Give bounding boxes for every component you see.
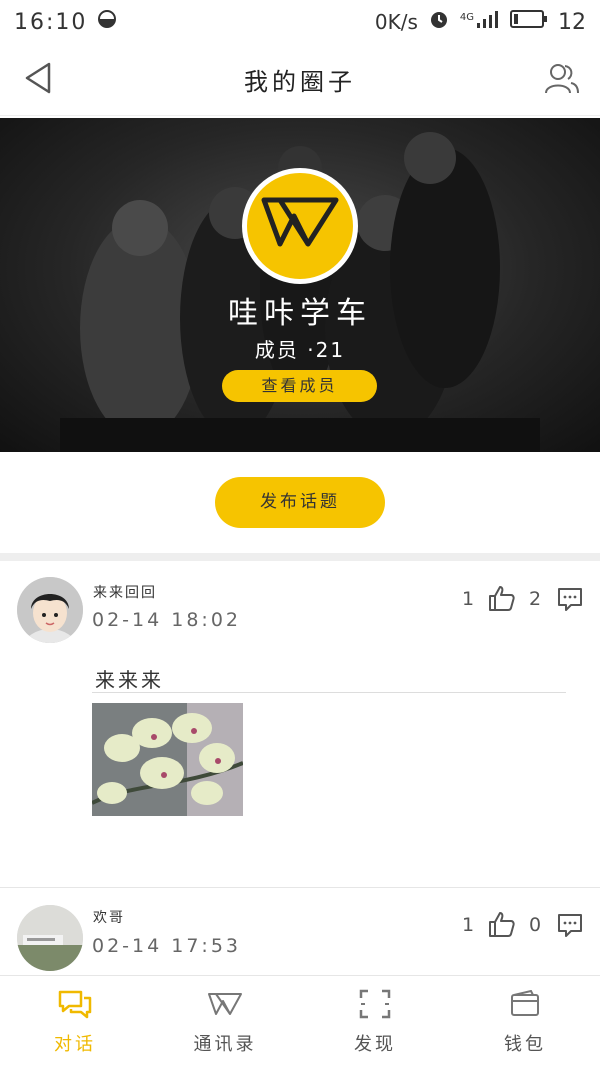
- tab-wallet[interactable]: 钱包: [450, 976, 600, 1067]
- username[interactable]: 来来回回: [93, 582, 157, 602]
- comment-count: 2: [529, 588, 542, 610]
- member-count: 成员 ·21: [254, 338, 346, 362]
- thumbs-up-icon[interactable]: [488, 584, 516, 612]
- tab-contacts[interactable]: 通讯录: [150, 976, 300, 1067]
- feed-divider: [0, 887, 600, 888]
- status-bar: 16:10 0K/s 4G 12: [0, 0, 600, 44]
- back-button[interactable]: [18, 60, 58, 100]
- tab-label: 发现: [354, 1034, 396, 1055]
- tab-chat[interactable]: 对话: [0, 976, 150, 1067]
- half-circle-icon: [97, 9, 117, 35]
- network-type: 4G: [459, 11, 474, 23]
- wallet-icon: [507, 988, 543, 1020]
- avatar[interactable]: [17, 905, 83, 971]
- tab-label: 通讯录: [193, 1034, 257, 1055]
- thumbs-up-icon[interactable]: [488, 910, 516, 938]
- tab-label: 钱包: [504, 1034, 546, 1055]
- post-divider: [92, 692, 566, 693]
- post-time: 02-14 17:53: [92, 935, 242, 957]
- comment-icon[interactable]: [557, 586, 583, 612]
- like-count: 1: [462, 588, 475, 610]
- status-time: 16:10: [14, 9, 88, 35]
- circle-logo: [242, 168, 358, 284]
- w-logo-icon: [260, 194, 340, 258]
- page-title: 我的圈子: [244, 68, 356, 96]
- username[interactable]: 欢哥: [93, 907, 125, 927]
- battery-icon: [510, 9, 548, 35]
- battery-level: 12: [558, 9, 586, 35]
- tab-label: 对话: [54, 1034, 96, 1055]
- w-logo-icon: [207, 988, 243, 1020]
- post-text: 来来来: [95, 668, 164, 692]
- post-image[interactable]: [92, 703, 243, 816]
- circle-name: 哇咔学车: [228, 296, 372, 331]
- like-count: 1: [462, 914, 475, 936]
- header: 我的圈子: [0, 44, 600, 116]
- back-arrow-icon: [21, 60, 55, 100]
- alarm-icon: [428, 8, 450, 36]
- circle-banner: 哇咔学车 成员 ·21 查看成员: [0, 118, 600, 452]
- comment-count: 0: [529, 914, 542, 936]
- avatar[interactable]: [17, 577, 83, 643]
- chat-icon: [57, 988, 93, 1020]
- section-divider: [0, 553, 600, 561]
- tab-bar: 对话 通讯录 发现 钱包: [0, 975, 600, 1067]
- users-icon: [544, 61, 580, 99]
- post-time: 02-14 18:02: [92, 609, 242, 631]
- comment-icon[interactable]: [557, 912, 583, 938]
- members-button[interactable]: [542, 60, 582, 100]
- scan-icon: [357, 988, 393, 1020]
- signal-icon: [476, 9, 500, 35]
- tab-discover[interactable]: 发现: [300, 976, 450, 1067]
- post-topic-button[interactable]: 发布话题: [215, 477, 385, 528]
- view-members-button[interactable]: 查看成员: [222, 370, 377, 402]
- net-speed: 0K/s: [374, 10, 418, 34]
